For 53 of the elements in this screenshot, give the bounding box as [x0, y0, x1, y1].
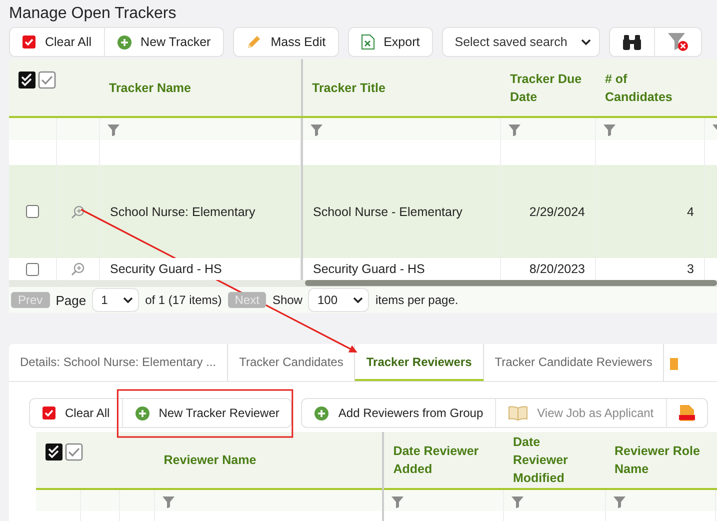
- toolbar-button[interactable]: New Tracker: [104, 28, 223, 56]
- column-header[interactable]: Date Reviewer Modified: [504, 432, 606, 489]
- tab[interactable]: Tracker Candidate Reviewers: [484, 344, 664, 381]
- page-size-dropdown[interactable]: 100: [308, 288, 370, 312]
- table-cell: 4: [596, 165, 705, 258]
- chevron-icon: [581, 38, 592, 46]
- table-cell: 2/29/2024: [501, 165, 596, 258]
- clear-filter-icon: [667, 32, 690, 52]
- page-label: Page: [56, 292, 86, 308]
- deselect-all-icon: [38, 70, 56, 88]
- page-size-label: items per page.: [375, 293, 458, 307]
- deselect-all-icon: [65, 443, 83, 461]
- row-checkbox[interactable]: [26, 262, 39, 276]
- column-header[interactable]: Reviewer Role Name: [606, 432, 716, 489]
- filter-icon: [391, 496, 404, 508]
- checkbox-icon: [42, 406, 56, 420]
- select-all-icon: [45, 443, 63, 461]
- checkbox-icon: [22, 35, 36, 49]
- filter-icon: [508, 124, 521, 136]
- filter-icon: [107, 124, 120, 136]
- filter-icon: [511, 496, 524, 508]
- add-icon: [134, 406, 150, 420]
- toolbar-button[interactable]: New Tracker Reviewer: [122, 399, 292, 427]
- show-label: Show: [272, 293, 302, 307]
- row-checkbox[interactable]: [26, 205, 39, 218]
- pencil-icon: [246, 34, 262, 50]
- page-count: of 1 (17 items): [145, 293, 222, 307]
- chevron-icon: [123, 296, 134, 304]
- tab[interactable]: Tracker Candidates: [228, 344, 356, 381]
- filter-icon: [162, 496, 176, 508]
- pdf-icon: [678, 404, 695, 422]
- column-header[interactable]: Reviewer Name: [154, 432, 384, 489]
- chevron-icon: [353, 296, 364, 304]
- page-dropdown[interactable]: 1: [92, 288, 140, 312]
- filter-icon: [310, 124, 323, 136]
- scrollbar-thumb[interactable]: [305, 280, 717, 286]
- binoculars-icon: [622, 33, 642, 51]
- tab[interactable]: Details: School Nurse: Elementary ...: [9, 344, 228, 381]
- select-all-icon: [18, 70, 36, 88]
- filter-icon: [603, 124, 616, 136]
- tab-icon: [670, 356, 678, 370]
- page-title: Manage Open Trackers: [9, 4, 178, 24]
- add-icon: [314, 406, 330, 420]
- tab[interactable]: Tracker Reviewers: [355, 344, 484, 381]
- table-row[interactable]: School Nurse: Elementary School Nurse - Elementary 2/29/2024 4: [9, 165, 717, 258]
- column-header[interactable]: Date Reviewer Added: [383, 432, 504, 489]
- filter-icon: [613, 496, 626, 508]
- add-icon: [116, 34, 132, 50]
- spreadsheet-icon: [360, 34, 375, 50]
- table-cell: School Nurse - Elementary: [301, 165, 501, 258]
- book-icon: [508, 405, 528, 421]
- zoom-icon: [71, 262, 85, 276]
- zoom-icon: [71, 204, 85, 218]
